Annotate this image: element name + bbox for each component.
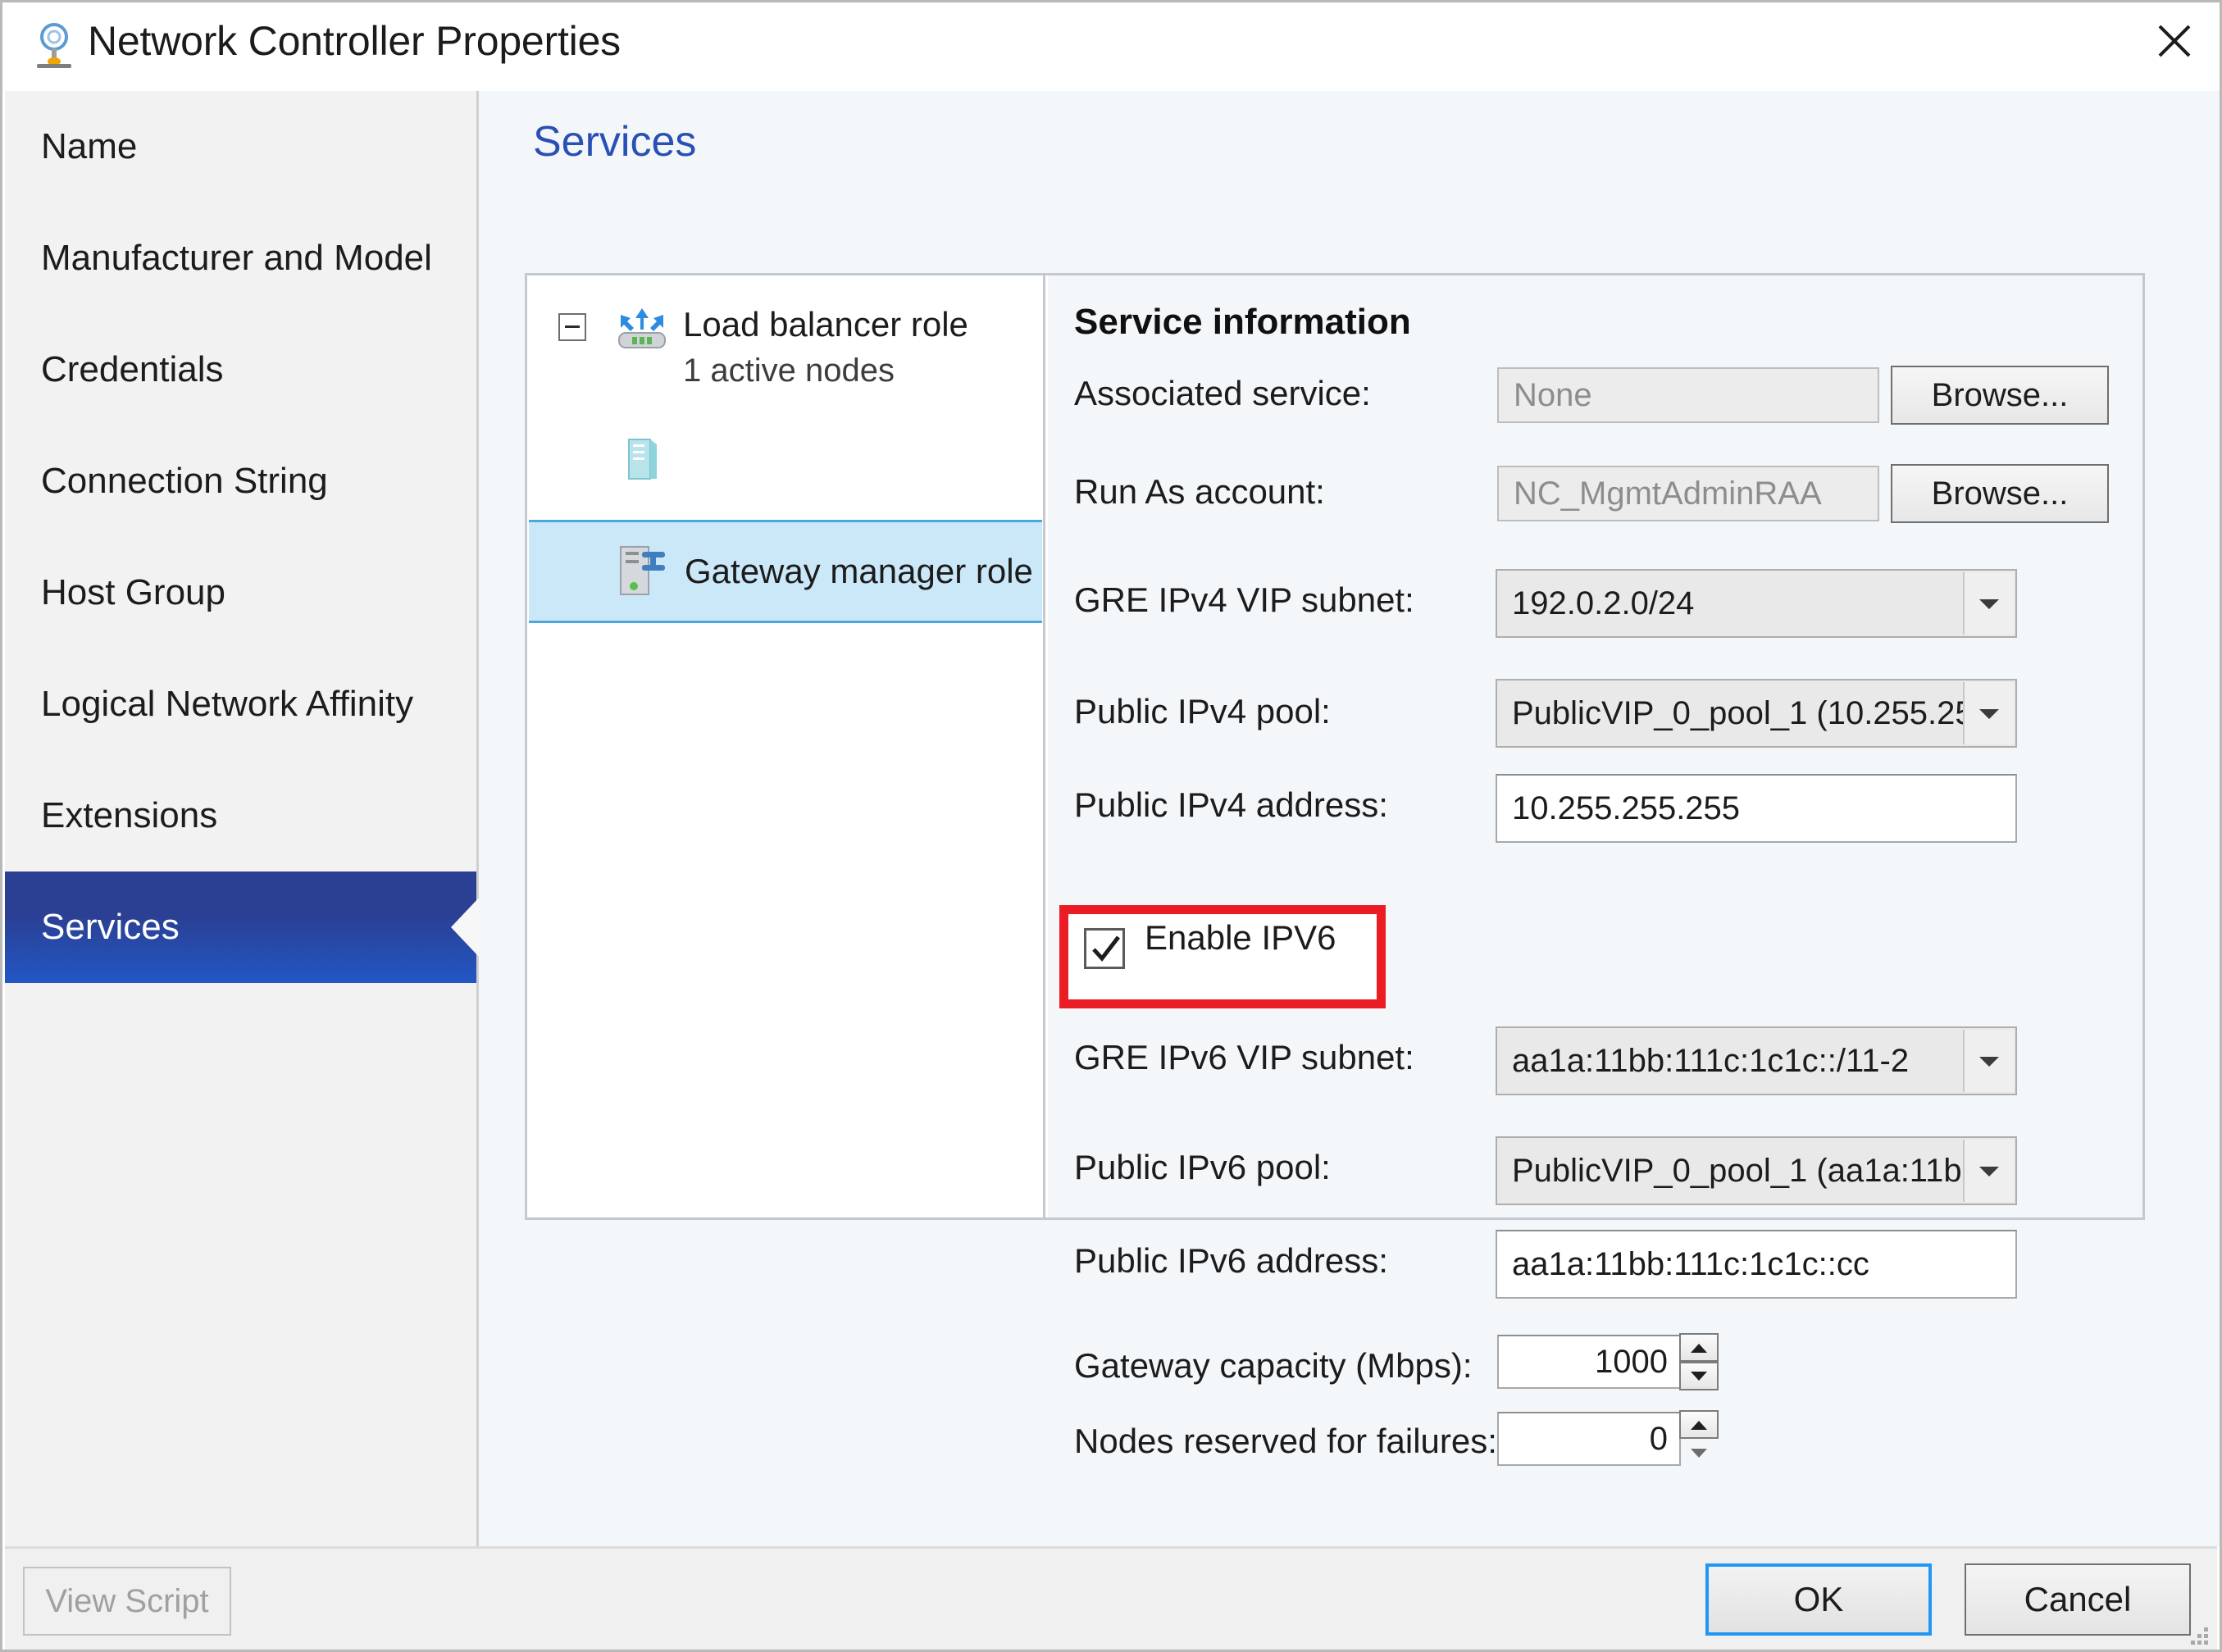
chevron-down-icon[interactable] (1963, 1030, 2014, 1092)
ok-button[interactable]: OK (1705, 1563, 1932, 1636)
load-balancer-icon (616, 307, 668, 351)
gre-ipv6-vip-subnet-dropdown[interactable]: aa1a:11bb:111c:1c1c::/11-2 (1496, 1026, 2017, 1095)
sidebar-item-credentials[interactable]: Credentials (5, 314, 476, 426)
tree-item-gateway-manager-role[interactable]: Gateway manager role (529, 520, 1042, 623)
services-groupbox: Load balancer role 1 active nodes Gatewa… (525, 273, 2145, 1466)
public-ipv6-pool-label: Public IPv6 pool: (1074, 1148, 1331, 1186)
public-ipv6-address-label: Public IPv6 address: (1074, 1241, 1388, 1280)
run-as-account-browse-button[interactable]: Browse... (1891, 464, 2109, 523)
gre-ipv6-vip-subnet-label: GRE IPv6 VIP subnet: (1074, 1038, 1414, 1076)
gateway-capacity-decrement-button[interactable] (1679, 1362, 1719, 1390)
close-icon[interactable] (2128, 2, 2220, 84)
service-information-heading: Service information (1074, 302, 1411, 342)
enable-ipv6-checkbox[interactable] (1084, 928, 1125, 969)
public-ipv6-address-field[interactable]: aa1a:11bb:111c:1c1c::cc (1496, 1230, 2017, 1299)
gre-ipv4-vip-subnet-dropdown[interactable]: 192.0.2.0/24 (1496, 569, 2017, 638)
service-roles-tree: Load balancer role 1 active nodes Gatewa… (527, 275, 1045, 1217)
dialog-content: Name Manufacturer and Model Credentials … (5, 91, 2220, 1546)
sidebar-item-manufacturer-and-model[interactable]: Manufacturer and Model (5, 203, 476, 314)
sidebar-item-extensions[interactable]: Extensions (5, 760, 476, 872)
sidebar-nav: Name Manufacturer and Model Credentials … (5, 91, 479, 1546)
gateway-capacity-stepper[interactable] (1679, 1333, 1719, 1390)
gateway-manager-icon (617, 542, 668, 601)
gre-ipv4-vip-subnet-label: GRE IPv4 VIP subnet: (1074, 580, 1414, 619)
sidebar-item-services[interactable]: Services (5, 872, 479, 983)
run-as-account-field: NC_MgmtAdminRAA (1497, 466, 1879, 521)
view-script-button[interactable]: View Script (23, 1567, 231, 1636)
nodes-reserved-decrement-button[interactable] (1679, 1439, 1719, 1468)
sidebar-item-host-group[interactable]: Host Group (5, 537, 476, 649)
run-as-account-label: Run As account: (1074, 472, 1325, 511)
selection-chevron-icon (451, 898, 479, 957)
network-controller-icon (30, 20, 78, 71)
public-ipv4-address-label: Public IPv4 address: (1074, 785, 1388, 824)
nodes-reserved-stepper[interactable] (1679, 1410, 1719, 1468)
nodes-reserved-input[interactable]: 0 (1497, 1412, 1681, 1466)
tree-item-gateway-manager-label: Gateway manager role (685, 552, 1033, 590)
sidebar-item-connection-string[interactable]: Connection String (5, 426, 476, 537)
dialog-footer: View Script OK Cancel (5, 1546, 2217, 1650)
gateway-capacity-input[interactable]: 1000 (1497, 1335, 1681, 1389)
cancel-button[interactable]: Cancel (1965, 1563, 2191, 1636)
associated-service-browse-button[interactable]: Browse... (1891, 366, 2109, 425)
public-ipv6-pool-value: PublicVIP_0_pool_1 (aa1a:11bb: (1512, 1153, 1989, 1189)
services-pane: Services Load balancer role 1 active nod… (479, 91, 2220, 1546)
public-ipv4-pool-dropdown[interactable]: PublicVIP_0_pool_1 (10.255.25 (1496, 679, 2017, 748)
title-bar: Network Controller Properties (2, 2, 2220, 91)
nodes-reserved-label: Nodes reserved for failures: (1074, 1422, 1497, 1460)
gre-ipv4-vip-subnet-value: 192.0.2.0/24 (1512, 585, 1695, 621)
sidebar-item-services-label: Services (41, 907, 180, 947)
window-title: Network Controller Properties (88, 18, 621, 64)
enable-ipv6-label: Enable IPV6 (1145, 918, 1336, 957)
public-ipv4-address-field[interactable]: 10.255.255.255 (1496, 774, 2017, 843)
associated-service-label: Associated service: (1074, 374, 1371, 412)
resize-grip-icon[interactable] (2183, 1619, 2211, 1647)
chevron-down-icon[interactable] (1963, 572, 2014, 635)
network-controller-properties-dialog: Network Controller Properties Name Manuf… (0, 0, 2222, 1652)
service-information-panel: Service information Associated service: … (1048, 275, 2142, 1466)
server-node-icon[interactable] (624, 436, 660, 484)
gre-ipv6-vip-subnet-value: aa1a:11bb:111c:1c1c::/11-2 (1512, 1043, 1910, 1079)
public-ipv4-pool-label: Public IPv4 pool: (1074, 692, 1331, 730)
page-title: Services (533, 118, 697, 166)
chevron-down-icon[interactable] (1963, 1140, 2014, 1202)
collapse-expander-icon[interactable] (558, 313, 586, 341)
associated-service-field: None (1497, 367, 1879, 423)
public-ipv6-pool-dropdown[interactable]: PublicVIP_0_pool_1 (aa1a:11bb: (1496, 1136, 2017, 1205)
sidebar-item-logical-network-affinity[interactable]: Logical Network Affinity (5, 649, 476, 760)
public-ipv4-pool-value: PublicVIP_0_pool_1 (10.255.25 (1512, 695, 1974, 731)
nodes-reserved-increment-button[interactable] (1679, 1410, 1719, 1439)
chevron-down-icon[interactable] (1963, 682, 2014, 744)
tree-item-load-balancer-role[interactable]: Load balancer role 1 active nodes (527, 294, 1043, 390)
gateway-capacity-label: Gateway capacity (Mbps): (1074, 1346, 1473, 1385)
gateway-capacity-increment-button[interactable] (1679, 1333, 1719, 1362)
tree-item-load-balancer-sublabel: 1 active nodes (683, 353, 895, 389)
sidebar-item-name[interactable]: Name (5, 91, 476, 203)
tree-item-load-balancer-label: Load balancer role (683, 305, 968, 344)
